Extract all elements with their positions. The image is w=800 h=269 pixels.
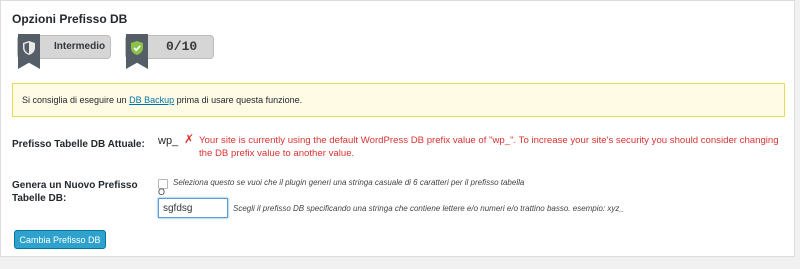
security-score: 0/10 (166, 39, 198, 54)
section-title: Opzioni Prefisso DB (12, 12, 128, 26)
new-prefix-label: Genera un Nuovo Prefisso Tabelle DB: (12, 180, 138, 204)
security-level-badge: Intermedio (17, 34, 111, 69)
settings-panel: Opzioni Prefisso DB Intermedio 0/10 Si c… (0, 0, 795, 257)
change-prefix-button[interactable]: Cambia Prefisso DB (14, 230, 106, 249)
badge-ribbon (18, 34, 40, 69)
backup-notice: Si consiglia di eseguire un DB Backup pr… (12, 83, 785, 117)
notice-text: Si consiglia di eseguire un DB Backup pr… (22, 95, 302, 105)
shield-check-icon (131, 41, 143, 55)
security-score-badge: 0/10 (125, 34, 214, 69)
current-prefix-label: Prefisso Tabelle DB Attuale: (12, 139, 145, 150)
current-prefix-value: wp_ (158, 135, 179, 147)
badge-ribbon (126, 34, 148, 69)
random-prefix-checkbox-label: Seleziona questo se vuoi che il plugin g… (173, 178, 525, 187)
new-prefix-input[interactable] (158, 198, 228, 218)
notice-text-before: Si consiglia di eseguire un (22, 95, 130, 105)
notice-text-after: prima di usare questa funzione. (174, 95, 303, 105)
db-backup-link[interactable]: DB Backup (129, 95, 174, 105)
new-prefix-help: Scegli il prefisso DB specificando una s… (233, 204, 624, 213)
or-separator: O (158, 187, 166, 197)
shield-icon (23, 41, 35, 55)
x-mark-icon: ✗ (184, 132, 195, 146)
prefix-warning: Your site is currently using the default… (199, 135, 779, 159)
security-level-label: Intermedio (54, 41, 106, 52)
